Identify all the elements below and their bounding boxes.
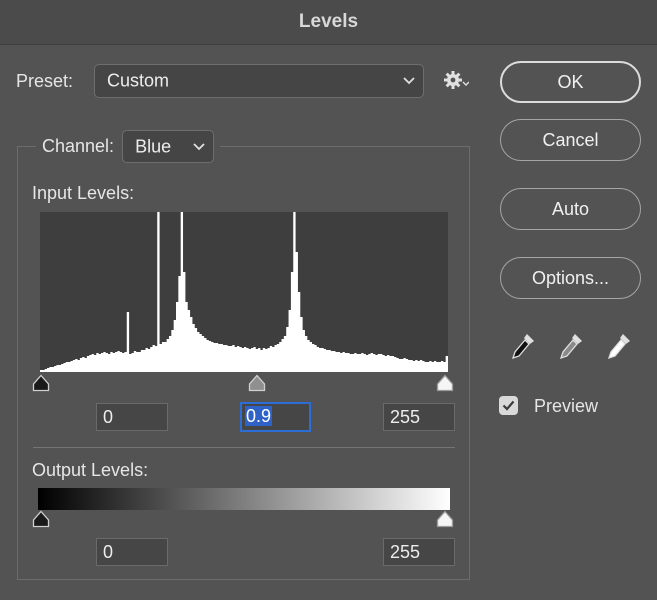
preview-checkbox[interactable]	[499, 396, 518, 415]
channel-select[interactable]: Blue	[122, 130, 215, 163]
channel-label: Channel:	[42, 136, 115, 156]
gear-icon[interactable]	[443, 70, 469, 92]
output-levels-label: Output Levels:	[32, 460, 149, 480]
histogram-area	[40, 212, 448, 372]
white-point-eyedropper-icon[interactable]	[606, 332, 632, 362]
window-title: Levels	[0, 0, 657, 45]
input-black-field[interactable]: 0	[96, 403, 168, 431]
output-white-slider[interactable]	[436, 510, 454, 528]
input-white-slider[interactable]	[436, 374, 454, 392]
input-black-slider[interactable]	[32, 374, 50, 392]
chevron-down-icon	[403, 77, 415, 85]
input-gamma-slider[interactable]	[248, 374, 266, 392]
black-point-eyedropper-icon[interactable]	[510, 332, 536, 362]
cancel-button[interactable]: Cancel	[500, 119, 641, 161]
histogram	[40, 212, 448, 372]
channel-row: Channel: Blue	[36, 130, 221, 163]
preset-label: Preset:	[16, 71, 74, 91]
output-black-field[interactable]: 0	[96, 538, 168, 566]
output-black-slider[interactable]	[32, 510, 50, 528]
gray-point-eyedropper-icon[interactable]	[558, 332, 584, 362]
input-levels-label: Input Levels:	[32, 183, 135, 203]
input-white-field[interactable]: 255	[383, 403, 455, 431]
auto-button[interactable]: Auto	[500, 188, 641, 230]
ok-button[interactable]: OK	[500, 61, 641, 103]
output-gradient-bar	[38, 488, 450, 510]
histogram-graph	[40, 212, 448, 372]
options-button[interactable]: Options...	[500, 257, 641, 299]
divider	[33, 447, 455, 448]
checkmark-icon	[502, 400, 515, 411]
preview-label: Preview	[534, 396, 599, 416]
chevron-down-icon	[193, 142, 205, 150]
input-gamma-value: 0.9	[245, 406, 273, 426]
output-white-field[interactable]: 255	[383, 538, 455, 566]
preset-select[interactable]: Custom	[94, 64, 424, 98]
preset-value: Custom	[107, 70, 170, 91]
channel-value: Blue	[135, 136, 172, 156]
input-gamma-field[interactable]: 0.9	[240, 402, 311, 432]
